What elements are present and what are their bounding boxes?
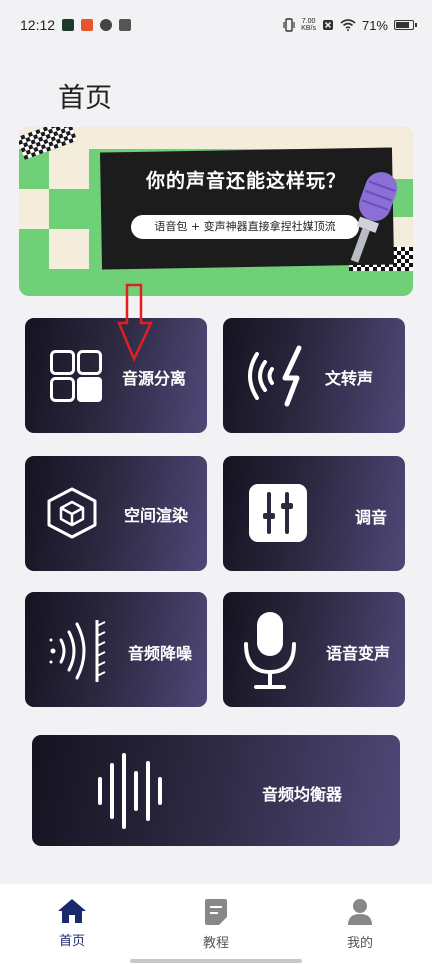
- grid-icon: [50, 350, 102, 402]
- feature-tile-spatial-render[interactable]: 空间渲染: [25, 456, 207, 571]
- nav-label: 首页: [58, 934, 85, 949]
- status-time: 12:12: [20, 17, 56, 33]
- microphone-illustration-icon: [350, 172, 398, 263]
- battery-icon: [394, 20, 417, 30]
- bottom-nav: 首页 教程 我的: [0, 884, 432, 964]
- page-title: 首页: [58, 83, 112, 114]
- no-sim-icon: [322, 20, 333, 30]
- banner-decor: [19, 189, 49, 229]
- banner-subtitle: 语音包 + 变声神器直接拿捏社媒顶流: [131, 215, 359, 239]
- home-indicator[interactable]: [130, 959, 302, 963]
- nav-item-home[interactable]: 首页: [32, 898, 112, 949]
- feature-tile-source-separation[interactable]: 音源分离: [25, 318, 207, 433]
- net-speed: 7.00 KB/s: [301, 18, 316, 32]
- noise-reduction-icon: [49, 620, 106, 682]
- banner-decor: [49, 229, 89, 269]
- vibrate-icon: [283, 18, 295, 32]
- sliders-icon: [249, 484, 307, 542]
- banner-decor: [49, 149, 89, 189]
- feature-label: 语音变声: [326, 644, 391, 663]
- nav-item-profile[interactable]: 我的: [320, 898, 400, 951]
- red-app-icon: [81, 19, 94, 31]
- nav-label: 教程: [202, 936, 229, 951]
- equalizer-bars-icon: [98, 753, 162, 829]
- feature-label: 音频均衡器: [262, 785, 343, 804]
- nav-label: 我的: [346, 936, 373, 951]
- document-icon: [205, 899, 227, 925]
- red-arrow-down-icon: [117, 283, 153, 363]
- feature-tile-tuning[interactable]: 调音: [223, 456, 405, 571]
- banner-decor: [19, 127, 413, 149]
- feature-tile-voice-changer[interactable]: 语音变声: [223, 592, 405, 707]
- n-app-icon: [62, 19, 75, 31]
- sound-wave-icon: [248, 345, 302, 407]
- microphone-icon: [244, 612, 296, 689]
- person-icon: [348, 899, 372, 925]
- feature-label: 空间渲染: [124, 506, 189, 525]
- wifi-icon: [340, 19, 356, 31]
- mail-app-icon: [119, 19, 132, 31]
- nav-item-tutorial[interactable]: 教程: [176, 898, 256, 951]
- status-bar: 12:12 7.00 KB/s 71%: [0, 0, 432, 50]
- link-app-icon: [100, 19, 113, 31]
- feature-label: 调音: [355, 508, 388, 527]
- feature-tile-text-to-speech[interactable]: 文转声: [223, 318, 405, 433]
- feature-label: 文转声: [325, 369, 374, 388]
- feature-tile-equalizer[interactable]: 音频均衡器: [32, 735, 400, 846]
- feature-label: 音源分离: [122, 369, 187, 388]
- feature-label: 音频降噪: [128, 644, 193, 663]
- cube-icon: [47, 487, 97, 539]
- promo-banner[interactable]: 你的声音还能这样玩？ 语音包 + 变声神器直接拿捏社媒顶流: [19, 127, 413, 296]
- home-icon: [58, 899, 86, 923]
- battery-percent: 71%: [361, 17, 388, 33]
- feature-tile-noise-reduction[interactable]: 音频降噪: [25, 592, 207, 707]
- banner-title: 你的声音还能这样玩？: [145, 170, 346, 192]
